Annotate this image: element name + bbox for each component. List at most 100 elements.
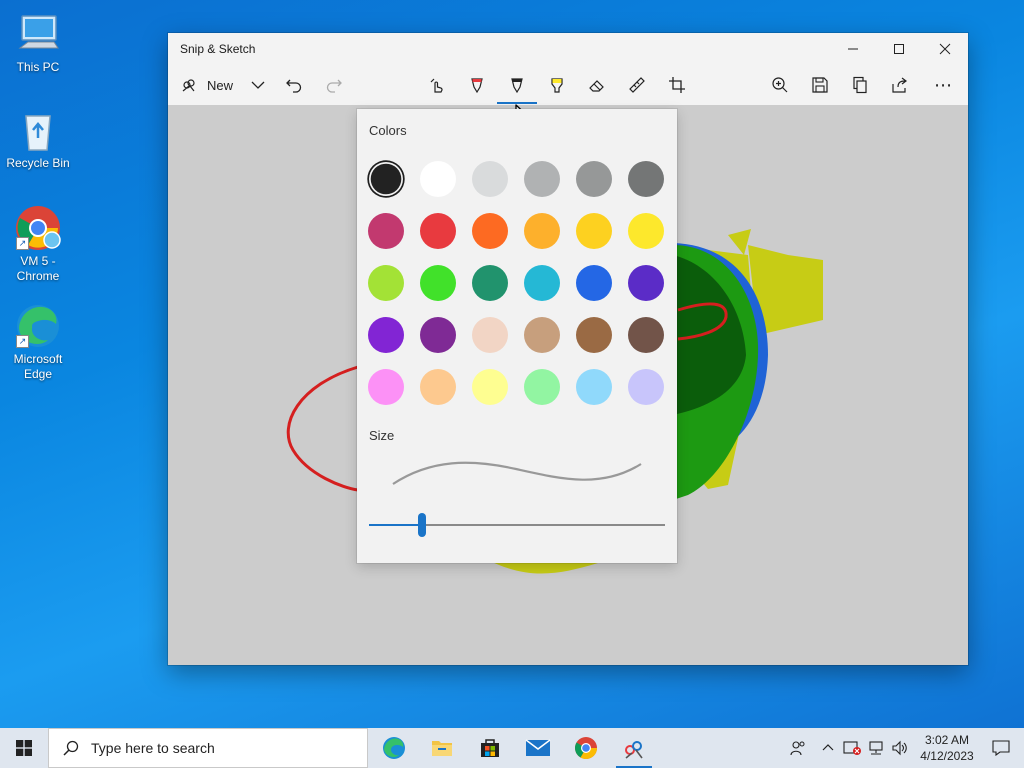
- color-swatch[interactable]: [472, 213, 508, 249]
- color-swatch[interactable]: [420, 317, 456, 353]
- minimize-button[interactable]: [830, 33, 876, 65]
- taskbar-snip-sketch[interactable]: [610, 728, 658, 768]
- people-button[interactable]: [780, 728, 816, 768]
- color-swatch[interactable]: [576, 317, 612, 353]
- volume-button[interactable]: [888, 728, 912, 768]
- desktop-icon-chrome[interactable]: ↗ VM 5 - Chrome: [0, 204, 76, 284]
- ruler-icon: [629, 77, 645, 93]
- share-icon: [892, 77, 907, 93]
- color-swatch[interactable]: [524, 265, 560, 301]
- pencil-button[interactable]: [503, 67, 531, 103]
- maximize-icon: [894, 44, 904, 54]
- highlighter-button[interactable]: [543, 67, 571, 103]
- toolbar: New ⋯: [168, 65, 968, 105]
- color-swatch[interactable]: [472, 369, 508, 405]
- start-button[interactable]: [0, 728, 48, 768]
- color-swatch[interactable]: [472, 317, 508, 353]
- size-heading: Size: [369, 428, 395, 443]
- network-button[interactable]: [864, 728, 888, 768]
- color-swatch[interactable]: [370, 163, 402, 195]
- more-button[interactable]: ⋯: [928, 67, 958, 103]
- color-swatch[interactable]: [368, 265, 404, 301]
- red-stroke: [286, 365, 359, 492]
- desktop-icon-label: VM 5 - Chrome: [16, 254, 60, 283]
- size-slider[interactable]: [369, 513, 665, 537]
- color-swatch[interactable]: [576, 161, 612, 197]
- size-slider-fill: [369, 524, 423, 526]
- copy-icon: [853, 76, 867, 94]
- color-swatch[interactable]: [420, 369, 456, 405]
- color-swatch[interactable]: [576, 265, 612, 301]
- people-icon: [790, 741, 805, 756]
- security-tray-button[interactable]: [840, 728, 864, 768]
- desktop-icon-recycle-bin[interactable]: Recycle Bin: [0, 106, 76, 171]
- undo-button[interactable]: [280, 67, 308, 103]
- color-swatch[interactable]: [628, 213, 664, 249]
- color-swatch[interactable]: [576, 213, 612, 249]
- color-swatch[interactable]: [628, 265, 664, 301]
- show-hidden-icons-button[interactable]: [816, 728, 840, 768]
- color-swatch[interactable]: [420, 265, 456, 301]
- eraser-icon: [589, 80, 604, 92]
- copy-button[interactable]: [846, 67, 874, 103]
- new-snip-button[interactable]: New: [180, 67, 242, 103]
- color-swatch[interactable]: [368, 213, 404, 249]
- color-swatch[interactable]: [420, 161, 456, 197]
- size-slider-thumb[interactable]: [418, 513, 427, 537]
- color-swatch[interactable]: [576, 369, 612, 405]
- eraser-button[interactable]: [583, 67, 611, 103]
- desktop-icon-label: Microsoft Edge: [13, 352, 63, 381]
- share-button[interactable]: [886, 67, 914, 103]
- desktop-icon-edge[interactable]: ↗ Microsoft Edge: [0, 302, 76, 382]
- color-swatch[interactable]: [368, 317, 404, 353]
- taskbar-mail[interactable]: [514, 728, 562, 768]
- taskbar-clock[interactable]: 3:02 AM 4/12/2023: [916, 732, 978, 764]
- touch-writing-icon: [430, 78, 443, 93]
- shortcut-arrow-icon: ↗: [16, 237, 29, 250]
- zoom-button[interactable]: [766, 67, 794, 103]
- taskbar-file-explorer[interactable]: [418, 728, 466, 768]
- minimize-icon: [848, 48, 858, 50]
- color-swatch[interactable]: [524, 369, 560, 405]
- desktop-icon-this-pc[interactable]: This PC: [0, 10, 76, 75]
- color-swatch[interactable]: [628, 317, 664, 353]
- color-swatch[interactable]: [524, 161, 560, 197]
- close-button[interactable]: [922, 33, 968, 65]
- color-swatch[interactable]: [628, 369, 664, 405]
- redo-button[interactable]: [320, 67, 348, 103]
- new-dropdown-button[interactable]: [246, 67, 270, 103]
- windows-logo-icon: [16, 740, 32, 756]
- action-center-button[interactable]: [978, 728, 1024, 768]
- defender-warning-icon: [843, 741, 861, 755]
- taskbar-search-box[interactable]: Type here to search: [48, 728, 368, 768]
- color-swatch[interactable]: [420, 213, 456, 249]
- snip-sketch-icon: [625, 741, 643, 759]
- edge-icon: ↗: [14, 302, 62, 350]
- taskbar-edge[interactable]: [370, 728, 418, 768]
- edge-icon: [383, 737, 405, 759]
- touch-writing-button[interactable]: [423, 67, 451, 103]
- clock-time: 3:02 AM: [924, 733, 970, 747]
- save-button[interactable]: [806, 67, 834, 103]
- shortcut-arrow-icon: ↗: [16, 335, 29, 348]
- zoom-in-icon: [772, 77, 788, 93]
- maximize-button[interactable]: [876, 33, 922, 65]
- color-swatch[interactable]: [472, 161, 508, 197]
- crop-button[interactable]: [663, 67, 691, 103]
- taskbar-store[interactable]: [466, 728, 514, 768]
- save-icon: [812, 77, 828, 93]
- folder-icon: [432, 741, 452, 756]
- title-bar[interactable]: Snip & Sketch: [168, 33, 968, 65]
- color-swatch[interactable]: [628, 161, 664, 197]
- color-swatch[interactable]: [524, 317, 560, 353]
- taskbar-chrome[interactable]: [562, 728, 610, 768]
- ballpoint-pen-button[interactable]: [463, 67, 491, 103]
- chrome-icon: ↗: [14, 204, 62, 252]
- search-placeholder: Type here to search: [91, 740, 215, 756]
- ruler-button[interactable]: [623, 67, 651, 103]
- color-swatch[interactable]: [368, 369, 404, 405]
- pencil-icon: [511, 78, 523, 94]
- color-swatch[interactable]: [524, 213, 560, 249]
- color-swatch[interactable]: [472, 265, 508, 301]
- colors-heading: Colors: [369, 123, 407, 138]
